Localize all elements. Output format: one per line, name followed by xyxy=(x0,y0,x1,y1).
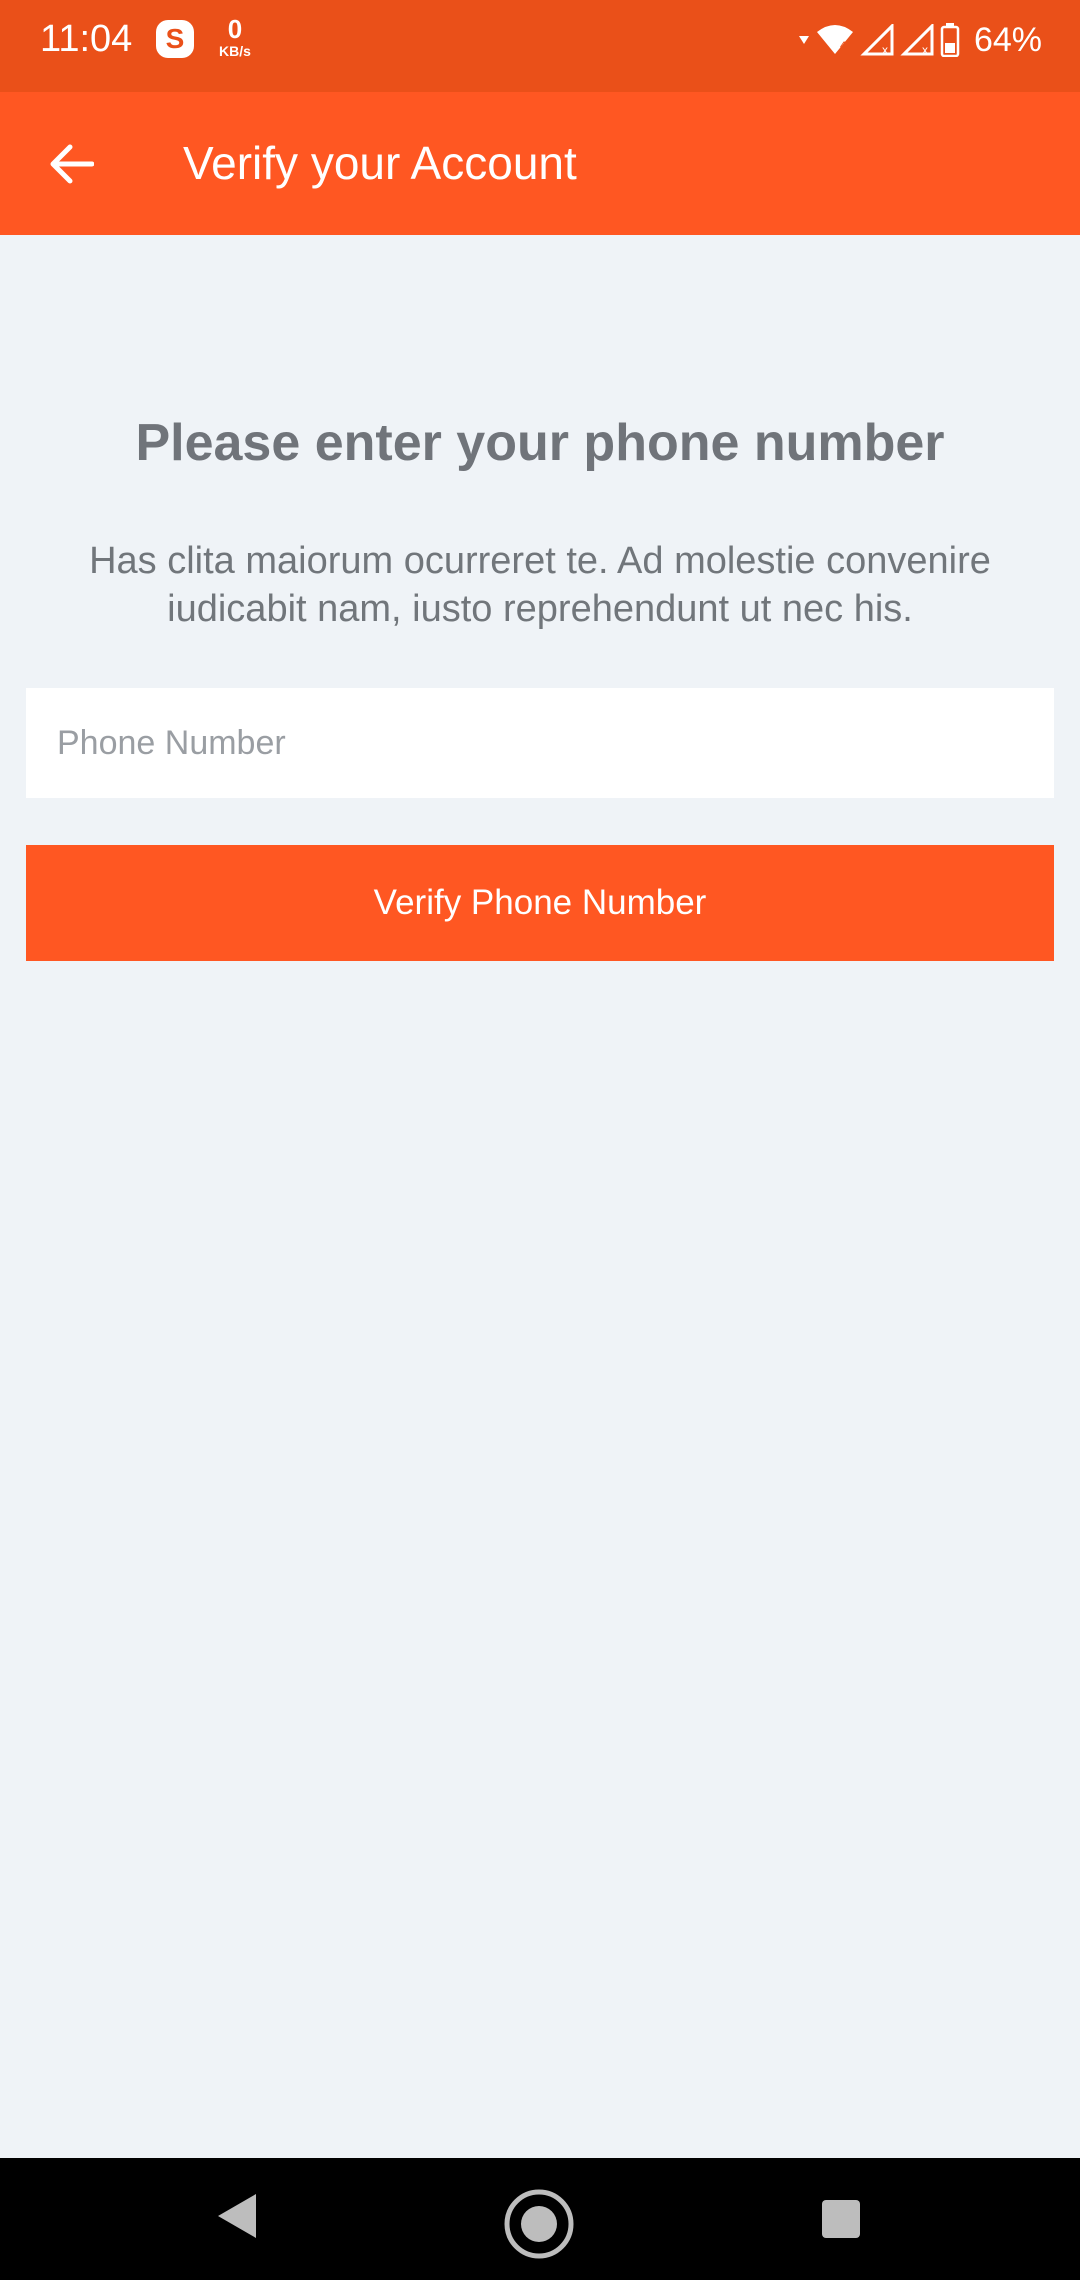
nav-home-icon[interactable] xyxy=(503,2188,575,2260)
net-speed-unit: KB/s xyxy=(219,43,251,59)
data-arrow-icon xyxy=(798,36,809,44)
net-speed: 0 KB/s xyxy=(210,16,260,58)
description-text: Has clita maiorum ocurreret te. Ad moles… xyxy=(89,540,991,630)
back-button[interactable] xyxy=(36,128,108,200)
svg-text:x: x xyxy=(882,43,888,56)
nav-recent-icon[interactable] xyxy=(822,2200,860,2238)
phone-heading: Please enter your phone number xyxy=(135,414,945,472)
status-icons: 4 x x 64% xyxy=(798,20,1042,60)
system-nav-bar xyxy=(0,2158,1080,2280)
status-time: 11:04 xyxy=(40,18,133,60)
page-title: Verify your Account xyxy=(183,137,577,189)
status-bar: 11:04 S 0 KB/s 4 x x 64% xyxy=(0,0,1080,92)
nav-back-icon[interactable] xyxy=(216,2192,258,2240)
skype-icon: S xyxy=(156,20,194,58)
svg-text:4: 4 xyxy=(840,40,846,52)
signal-icon: x xyxy=(860,24,894,56)
battery-percent: 64% xyxy=(973,21,1042,59)
svg-text:x: x xyxy=(922,43,928,56)
verify-phone-button[interactable]: Verify Phone Number xyxy=(26,845,1054,961)
app-bar: Verify your Account xyxy=(0,92,1080,235)
signal-icon: x xyxy=(900,24,934,56)
net-speed-value: 0 xyxy=(227,14,243,44)
phone-number-input[interactable] xyxy=(26,688,1054,798)
arrow-left-icon xyxy=(50,144,94,184)
battery-icon xyxy=(940,23,960,57)
wifi-icon: 4 xyxy=(816,25,853,54)
